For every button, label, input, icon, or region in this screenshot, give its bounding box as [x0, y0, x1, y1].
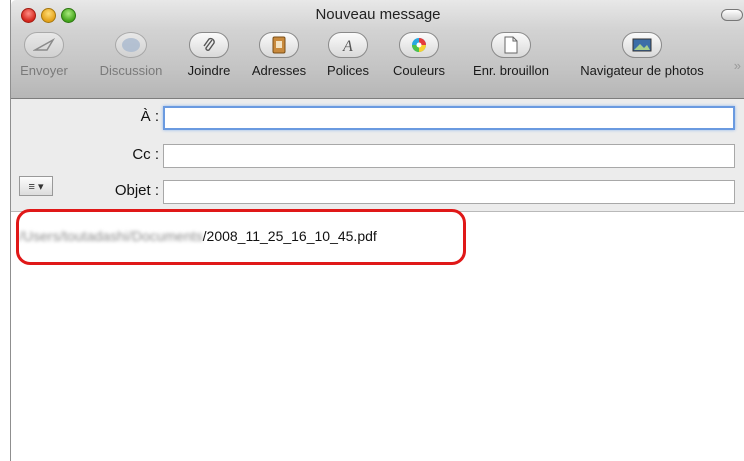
send-icon — [24, 32, 64, 58]
highlight-annotation — [16, 209, 466, 265]
cc-field[interactable] — [163, 144, 735, 168]
attach-label: Joindre — [187, 63, 231, 78]
subject-field[interactable] — [163, 180, 735, 204]
to-field[interactable] — [163, 106, 735, 130]
addresses-button[interactable]: Adresses — [243, 32, 315, 78]
photo-browser-label: Navigateur de photos — [580, 63, 704, 78]
color-wheel-icon — [399, 32, 439, 58]
to-label: À : — [140, 108, 159, 125]
chat-button[interactable]: Discussion — [91, 32, 171, 78]
attach-button[interactable]: Joindre — [179, 32, 239, 78]
photo-browser-icon — [622, 32, 662, 58]
toolbar: Envoyer Discussion Joindre Adresses A Po… — [11, 32, 744, 96]
title-bar: Nouveau message Envoyer Discussion Joind… — [11, 0, 744, 99]
addresses-label: Adresses — [251, 63, 307, 78]
window-title: Nouveau message — [315, 6, 441, 23]
svg-text:A: A — [342, 38, 353, 53]
subject-label: Objet : — [114, 182, 159, 199]
save-draft-button[interactable]: Enr. brouillon — [459, 32, 563, 78]
fonts-button[interactable]: A Polices — [317, 32, 379, 78]
save-draft-label: Enr. brouillon — [473, 63, 549, 78]
fonts-label: Polices — [327, 63, 369, 78]
send-label: Envoyer — [20, 63, 68, 78]
toolbar-toggle-button[interactable] — [721, 9, 743, 21]
colors-button[interactable]: Couleurs — [381, 32, 457, 78]
address-book-icon — [259, 32, 299, 58]
chat-label: Discussion — [99, 63, 163, 78]
toolbar-overflow-chevron-icon[interactable]: » — [734, 58, 741, 73]
paperclip-icon — [189, 32, 229, 58]
send-button[interactable]: Envoyer — [11, 32, 77, 78]
fonts-icon: A — [328, 32, 368, 58]
colors-label: Couleurs — [392, 63, 446, 78]
chat-icon — [115, 32, 147, 58]
cc-label: Cc : — [132, 146, 159, 163]
header-options-button[interactable]: ≡ ▾ — [19, 176, 53, 196]
save-draft-icon — [491, 32, 531, 58]
photo-browser-button[interactable]: Navigateur de photos — [567, 32, 717, 78]
